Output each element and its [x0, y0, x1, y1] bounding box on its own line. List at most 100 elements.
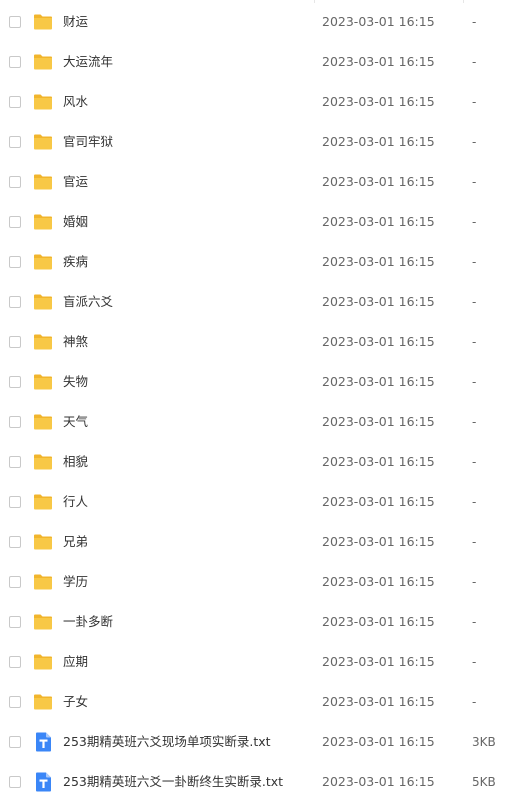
- file-size: -: [472, 455, 477, 469]
- file-name-link[interactable]: 学历: [63, 573, 88, 591]
- file-size: -: [472, 175, 477, 189]
- file-name-link[interactable]: 失物: [63, 373, 88, 391]
- row-checkbox[interactable]: [9, 96, 21, 108]
- folder-icon: [33, 412, 53, 432]
- file-name-link[interactable]: 神煞: [63, 333, 88, 351]
- folder-icon: [33, 212, 53, 232]
- row-checkbox[interactable]: [9, 616, 21, 628]
- folder-icon: [33, 332, 53, 352]
- row-checkbox[interactable]: [9, 416, 21, 428]
- file-name-link[interactable]: 财运: [63, 13, 88, 31]
- row-checkbox[interactable]: [9, 536, 21, 548]
- file-size: -: [472, 695, 477, 709]
- file-name-link[interactable]: 盲派六爻: [63, 293, 113, 311]
- file-name-link[interactable]: 应期: [63, 653, 88, 671]
- modified-date: 2023-03-01 16:15: [322, 494, 435, 509]
- modified-date: 2023-03-01 16:15: [322, 694, 435, 709]
- file-name-link[interactable]: 大运流年: [63, 53, 113, 71]
- file-row[interactable]: 应期 2023-03-01 16:15 -: [0, 643, 512, 683]
- folder-icon: [33, 612, 53, 632]
- modified-date: 2023-03-01 16:15: [322, 14, 435, 29]
- file-name-link[interactable]: 天气: [63, 413, 88, 431]
- row-checkbox[interactable]: [9, 16, 21, 28]
- file-name-link[interactable]: 疾病: [63, 253, 88, 271]
- file-size: -: [472, 575, 477, 589]
- file-name-link[interactable]: 兄弟: [63, 533, 88, 551]
- row-checkbox[interactable]: [9, 696, 21, 708]
- modified-date: 2023-03-01 16:15: [322, 334, 435, 349]
- file-row[interactable]: 学历 2023-03-01 16:15 -: [0, 563, 512, 603]
- file-row[interactable]: 子女 2023-03-01 16:15 -: [0, 683, 512, 723]
- folder-icon: [33, 692, 53, 712]
- folder-icon: [33, 652, 53, 672]
- file-row[interactable]: 神煞 2023-03-01 16:15 -: [0, 323, 512, 363]
- row-checkbox[interactable]: [9, 496, 21, 508]
- file-name-link[interactable]: 一卦多断: [63, 613, 113, 631]
- row-checkbox[interactable]: [9, 216, 21, 228]
- row-checkbox[interactable]: [9, 576, 21, 588]
- row-checkbox[interactable]: [9, 256, 21, 268]
- row-checkbox[interactable]: [9, 56, 21, 68]
- row-checkbox[interactable]: [9, 176, 21, 188]
- file-name-link[interactable]: 253期精英班六爻一卦断终生实断录.txt: [63, 773, 283, 791]
- file-row[interactable]: 财运 2023-03-01 16:15 -: [0, 3, 512, 43]
- file-row[interactable]: 相貌 2023-03-01 16:15 -: [0, 443, 512, 483]
- modified-date: 2023-03-01 16:15: [322, 174, 435, 189]
- file-size: -: [472, 135, 477, 149]
- file-row[interactable]: 失物 2023-03-01 16:15 -: [0, 363, 512, 403]
- text-file-icon: [33, 732, 53, 752]
- file-row[interactable]: 官运 2023-03-01 16:15 -: [0, 163, 512, 203]
- modified-date: 2023-03-01 16:15: [322, 414, 435, 429]
- file-size: -: [472, 215, 477, 229]
- file-size: -: [472, 255, 477, 269]
- file-row[interactable]: 疾病 2023-03-01 16:15 -: [0, 243, 512, 283]
- file-name-link[interactable]: 253期精英班六爻现场单项实断录.txt: [63, 733, 271, 751]
- file-row[interactable]: 兄弟 2023-03-01 16:15 -: [0, 523, 512, 563]
- file-size: -: [472, 95, 477, 109]
- folder-icon: [33, 492, 53, 512]
- file-row[interactable]: 天气 2023-03-01 16:15 -: [0, 403, 512, 443]
- file-size: -: [472, 655, 477, 669]
- row-checkbox[interactable]: [9, 136, 21, 148]
- modified-date: 2023-03-01 16:15: [322, 614, 435, 629]
- file-row[interactable]: 253期精英班六爻一卦断终生实断录.txt 2023-03-01 16:15 5KB: [0, 763, 512, 803]
- folder-icon: [33, 252, 53, 272]
- file-name-link[interactable]: 风水: [63, 93, 88, 111]
- file-name-link[interactable]: 行人: [63, 493, 88, 511]
- folder-icon: [33, 52, 53, 72]
- folder-icon: [33, 132, 53, 152]
- file-row[interactable]: 253期精英班六爻现场单项实断录.txt 2023-03-01 16:15 3KB: [0, 723, 512, 763]
- row-checkbox[interactable]: [9, 336, 21, 348]
- file-size: -: [472, 15, 477, 29]
- text-file-icon: [33, 772, 53, 792]
- row-checkbox[interactable]: [9, 736, 21, 748]
- row-checkbox[interactable]: [9, 776, 21, 788]
- file-size: -: [472, 495, 477, 509]
- modified-date: 2023-03-01 16:15: [322, 534, 435, 549]
- modified-date: 2023-03-01 16:15: [322, 374, 435, 389]
- modified-date: 2023-03-01 16:15: [322, 94, 435, 109]
- folder-icon: [33, 12, 53, 32]
- row-checkbox[interactable]: [9, 656, 21, 668]
- file-row[interactable]: 大运流年 2023-03-01 16:15 -: [0, 43, 512, 83]
- file-row[interactable]: 盲派六爻 2023-03-01 16:15 -: [0, 283, 512, 323]
- file-name-link[interactable]: 婚姻: [63, 213, 88, 231]
- file-size: -: [472, 375, 477, 389]
- row-checkbox[interactable]: [9, 376, 21, 388]
- row-checkbox[interactable]: [9, 456, 21, 468]
- file-row[interactable]: 一卦多断 2023-03-01 16:15 -: [0, 603, 512, 643]
- file-row[interactable]: 婚姻 2023-03-01 16:15 -: [0, 203, 512, 243]
- file-row[interactable]: 行人 2023-03-01 16:15 -: [0, 483, 512, 523]
- file-name-link[interactable]: 官运: [63, 173, 88, 191]
- file-name-link[interactable]: 官司牢狱: [63, 133, 113, 151]
- file-size: 5KB: [472, 775, 496, 789]
- modified-date: 2023-03-01 16:15: [322, 294, 435, 309]
- folder-icon: [33, 372, 53, 392]
- file-name-link[interactable]: 子女: [63, 693, 88, 711]
- file-list: 财运 2023-03-01 16:15 - 大运流年 2023-03-01 16:15 -…: [0, 3, 512, 803]
- file-row[interactable]: 官司牢狱 2023-03-01 16:15 -: [0, 123, 512, 163]
- row-checkbox[interactable]: [9, 296, 21, 308]
- file-row[interactable]: 风水 2023-03-01 16:15 -: [0, 83, 512, 123]
- file-name-link[interactable]: 相貌: [63, 453, 88, 471]
- modified-date: 2023-03-01 16:15: [322, 774, 435, 789]
